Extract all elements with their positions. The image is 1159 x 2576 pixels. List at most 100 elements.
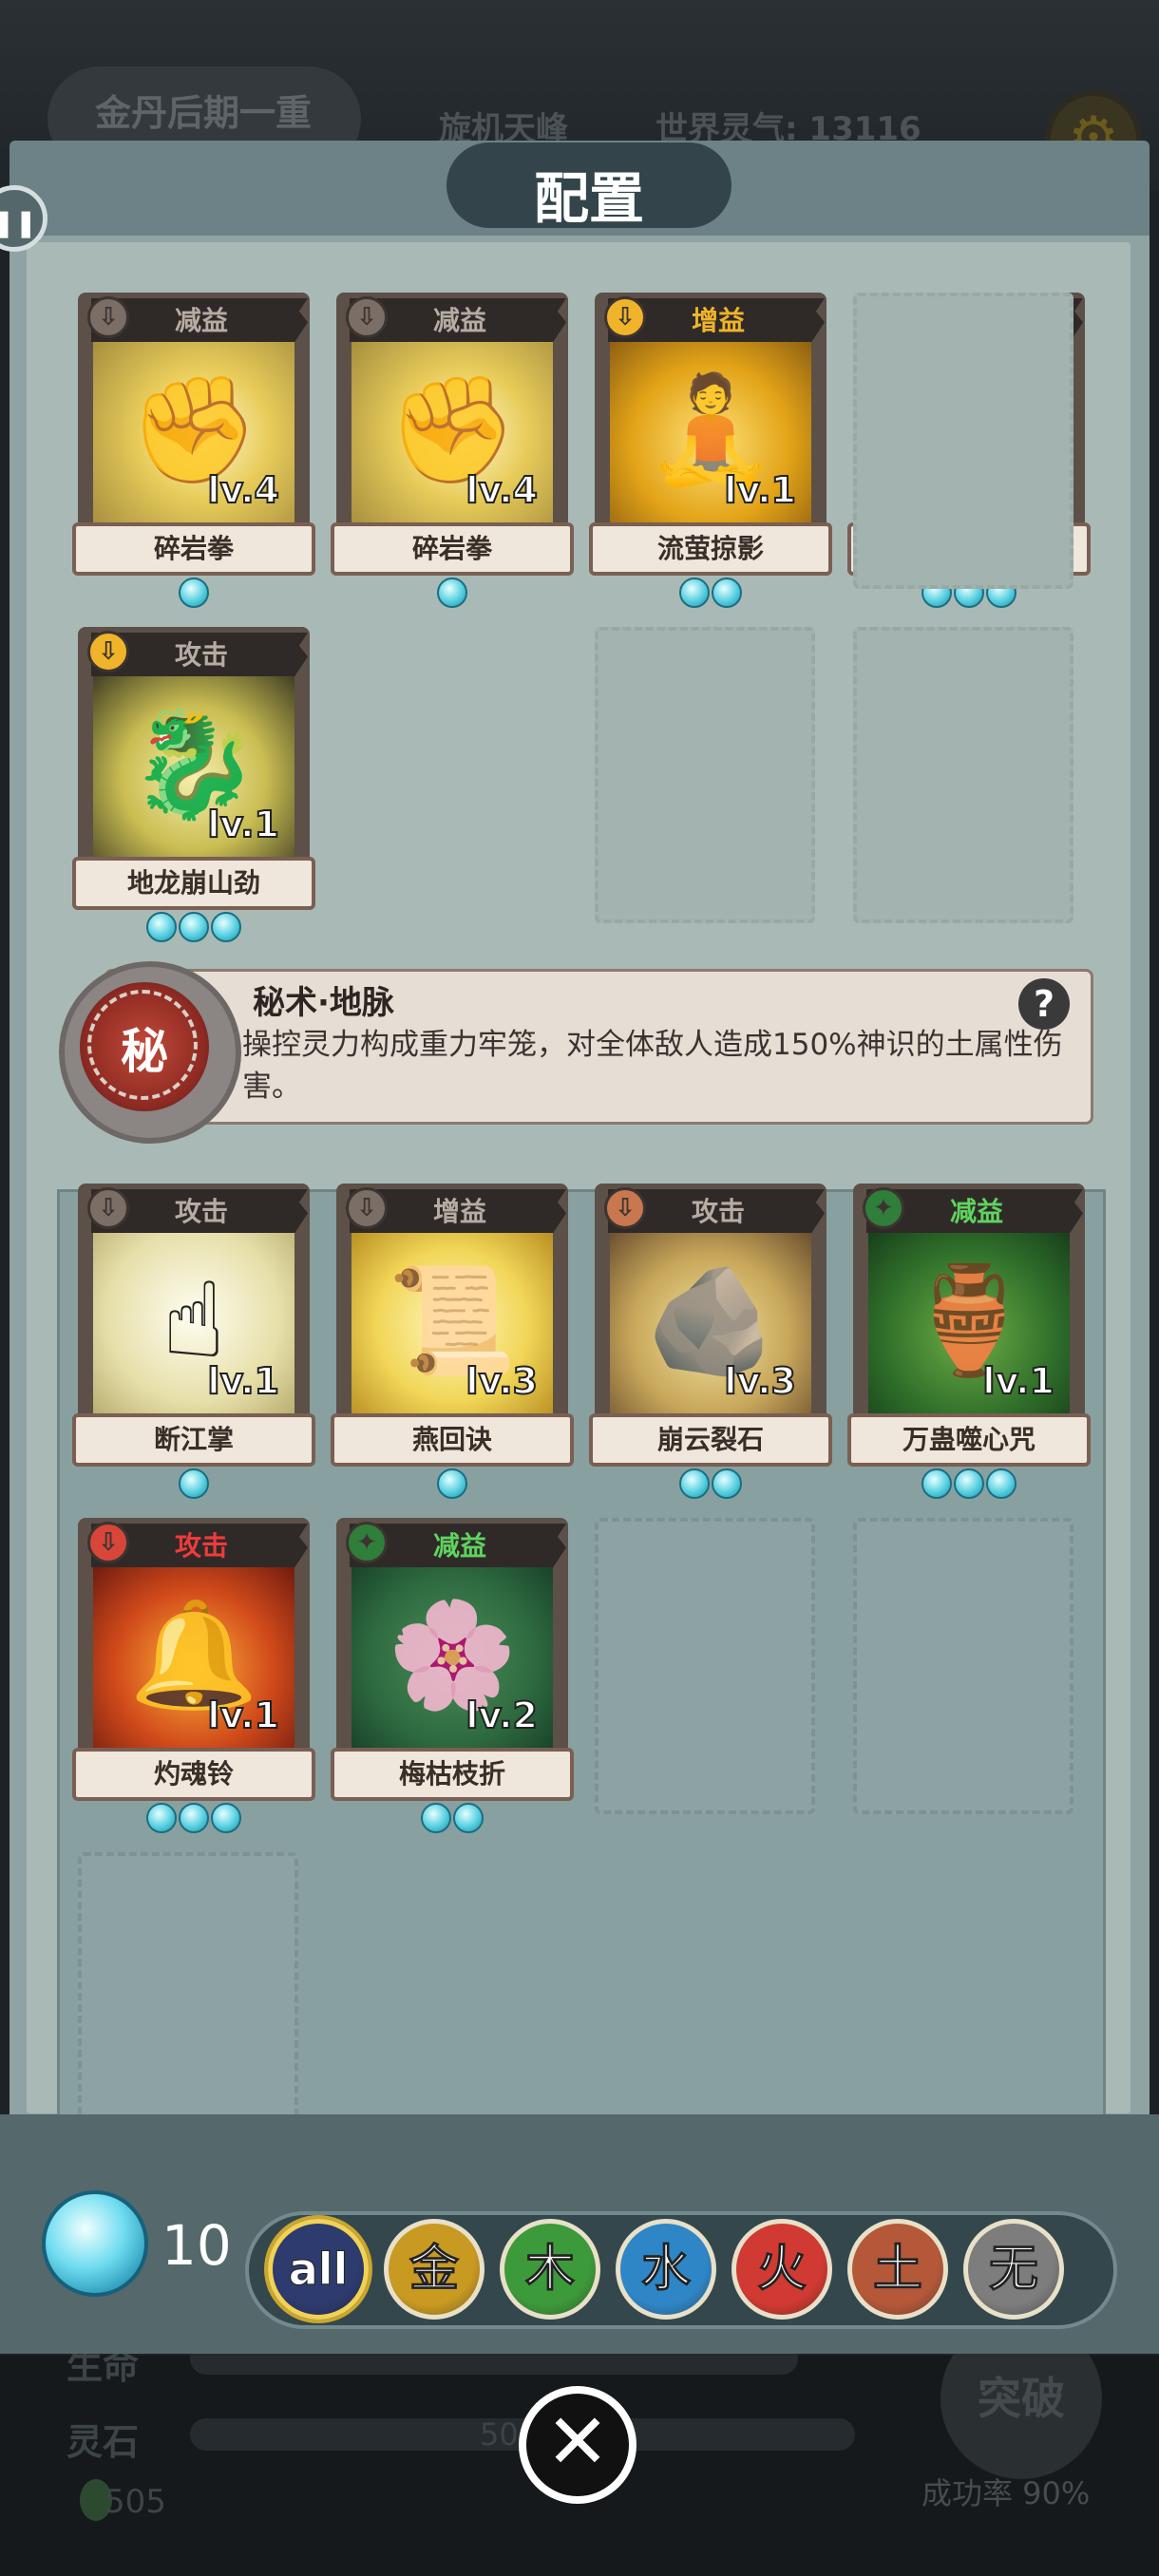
filter-element-button[interactable]: 土 [847, 2219, 948, 2320]
skill-card[interactable]: 🏺 ✦ 减益 lv.1 万蛊噬心咒 [847, 1184, 1091, 1499]
card-name: 灼魂铃 [72, 1748, 315, 1801]
realm-label: 金丹后期一重 [95, 92, 313, 134]
bottom-count: 505 [104, 2483, 166, 2521]
card-type-tag: 减益 [174, 305, 228, 336]
card-level: lv.1 [981, 1359, 1055, 1403]
spirit-cost-icon [712, 578, 742, 608]
card-cost [336, 1468, 568, 1501]
spirit-cost-icon [179, 578, 209, 608]
element-icon: ⇩ [87, 1187, 129, 1229]
filter-element-button[interactable]: 无 [963, 2219, 1064, 2320]
card-type-tag: 增益 [432, 1196, 486, 1227]
empty-slot[interactable] [853, 293, 1074, 589]
panel-title: 配置 [533, 166, 644, 231]
secret-art-description: 操控灵力构成重力牢笼，对全体敌人造成150%神识的土属性伤害。 [242, 1028, 1063, 1104]
filter-element-button[interactable]: 金 [384, 2219, 484, 2320]
card-name: 燕回诀 [331, 1413, 574, 1467]
element-icon: ✦ [863, 1187, 904, 1229]
card-cost [78, 578, 310, 610]
card-name: 碎岩拳 [72, 522, 315, 576]
filter-all-button[interactable]: all [268, 2219, 369, 2320]
card-cost [595, 1468, 826, 1501]
card-level: lv.4 [206, 468, 280, 512]
element-icon: ⇩ [346, 296, 388, 338]
empty-slot[interactable] [78, 1852, 298, 2149]
skill-card[interactable]: ✊ ⇩ 减益 lv.4 碎岩拳 [331, 293, 574, 608]
spirit-cost-icon [954, 1468, 984, 1499]
element-icon: ⇩ [87, 1522, 129, 1563]
card-type-tag: 攻击 [174, 1196, 228, 1227]
empty-slot[interactable] [853, 1518, 1074, 1814]
spirit-stone-value: 50 [480, 2416, 519, 2453]
spirit-cost-icon [437, 578, 467, 608]
card-level: lv.1 [206, 1359, 280, 1403]
skill-card[interactable]: 🧘 ⇩ 增益 lv.1 流萤掠影 [589, 293, 832, 608]
skill-card[interactable]: 📜 ⇩ 增益 lv.3 燕回诀 [331, 1184, 574, 1499]
card-cost [78, 1803, 310, 1835]
empty-slot[interactable] [853, 627, 1074, 923]
spirit-stone-label: 灵石 [66, 2421, 140, 2463]
spirit-cost-icon [922, 1468, 952, 1499]
card-level: lv.1 [206, 1694, 280, 1737]
card-type-tag: 减益 [432, 1530, 486, 1562]
card-cost [336, 1803, 568, 1835]
card-name: 碎岩拳 [331, 522, 574, 576]
empty-slot[interactable] [595, 627, 815, 923]
element-icon: ✦ [346, 1522, 388, 1563]
card-type-tag: 攻击 [174, 1530, 228, 1562]
skill-card[interactable]: 🔔 ⇩ 攻击 lv.1 灼魂铃 [72, 1518, 315, 1833]
spirit-cost-icon [211, 1803, 241, 1833]
card-type-tag: 增益 [691, 305, 745, 336]
secret-art-emblem-char: 秘 [121, 1024, 168, 1079]
empty-slot[interactable] [595, 1518, 815, 1814]
secret-art-title: 秘术·地脉 [253, 984, 394, 1022]
spirit-cost-icon [679, 578, 710, 608]
card-cost [595, 578, 826, 610]
card-type-tag: 减益 [949, 1196, 1003, 1227]
skill-card[interactable]: 🌸 ✦ 减益 lv.2 梅枯枝折 [331, 1518, 574, 1833]
card-cost [853, 1468, 1085, 1501]
spirit-cost-icon [712, 1468, 742, 1499]
card-name: 地龙崩山劲 [72, 857, 315, 910]
element-icon: ⇩ [87, 631, 129, 672]
skill-card[interactable]: 🐉⇩攻击lv.1地龙崩山劲 [72, 627, 315, 942]
card-cost [78, 1468, 310, 1501]
spirit-cost-icon [437, 1468, 467, 1499]
card-name: 万蛊噬心咒 [847, 1413, 1091, 1467]
card-cost [336, 578, 568, 610]
spirit-cost-icon [179, 1468, 209, 1499]
card-name: 流萤掠影 [589, 522, 832, 576]
close-icon: ✕ [545, 2397, 610, 2486]
spirit-cost-icon [211, 912, 241, 942]
close-button[interactable]: ✕ [519, 2386, 636, 2504]
spirit-cost-icon [146, 912, 177, 942]
element-icon: ⇩ [346, 1187, 388, 1229]
card-level: lv.1 [723, 468, 797, 512]
element-icon: ⇩ [604, 1187, 646, 1229]
crystal-count: 10 [162, 2213, 232, 2278]
card-level: lv.3 [465, 1359, 539, 1403]
card-name: 断江掌 [72, 1413, 315, 1467]
spirit-crystal-icon [42, 2190, 148, 2297]
card-type-tag: 攻击 [174, 639, 228, 671]
filter-element-button[interactable]: 火 [732, 2219, 832, 2320]
filter-element-button[interactable]: 水 [616, 2219, 716, 2320]
spirit-cost-icon [679, 1468, 710, 1499]
help-icon[interactable]: ? [1018, 978, 1070, 1030]
skill-card[interactable]: ☝ ⇩ 攻击 lv.1 断江掌 [72, 1184, 315, 1499]
card-name: 崩云裂石 [589, 1413, 832, 1467]
card-level: lv.1 [206, 803, 280, 846]
card-type-tag: 减益 [432, 305, 486, 336]
element-icon: ⇩ [87, 296, 129, 338]
element-icon: ⇩ [604, 296, 646, 338]
spirit-cost-icon [986, 1468, 1016, 1499]
skill-card[interactable]: 🪨 ⇩ 攻击 lv.3 崩云裂石 [589, 1184, 832, 1499]
spirit-cost-icon [179, 912, 209, 942]
card-name: 梅枯枝折 [331, 1748, 574, 1801]
filter-element-button[interactable]: 木 [500, 2219, 600, 2320]
card-cost [78, 912, 310, 944]
skill-card[interactable]: ✊ ⇩ 减益 lv.4 碎岩拳 [72, 293, 315, 608]
spirit-cost-icon [146, 1803, 177, 1833]
success-rate-label: 成功率 90% [922, 2475, 1091, 2511]
spirit-cost-icon [179, 1803, 209, 1833]
